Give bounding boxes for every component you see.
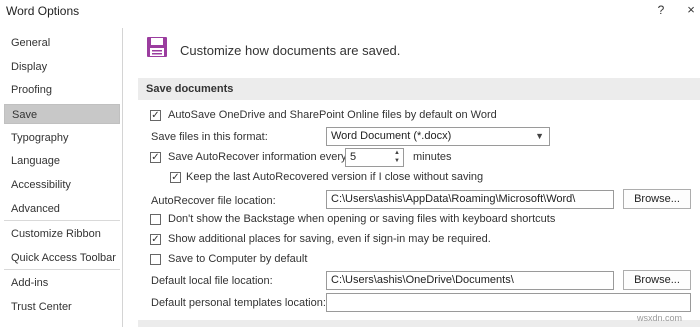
- format-dropdown[interactable]: Word Document (*.docx) ▼: [326, 127, 550, 146]
- minutes-label: minutes: [413, 151, 452, 163]
- sidebar-item-proofing[interactable]: Proofing: [4, 80, 120, 100]
- autosave-checkbox[interactable]: ✓: [150, 110, 161, 121]
- templates-location-field[interactable]: [326, 293, 691, 312]
- sidebar-item-trust-center[interactable]: Trust Center: [4, 297, 120, 317]
- browse-default-local-button[interactable]: Browse...: [623, 270, 691, 290]
- format-label: Save files in this format:: [151, 131, 268, 143]
- sidebar-item-accessibility[interactable]: Accessibility: [4, 175, 120, 195]
- close-button[interactable]: ×: [684, 2, 698, 17]
- window-title: Word Options: [6, 4, 80, 18]
- section-title: Save documents: [138, 78, 700, 100]
- options-sidebar: General Display Proofing Save Typography…: [0, 28, 123, 327]
- save-to-computer-label: Save to Computer by default: [168, 253, 308, 265]
- format-value: Word Document (*.docx): [331, 130, 452, 142]
- autorecover-location-field[interactable]: C:\Users\ashis\AppData\Roaming\Microsoft…: [326, 190, 614, 209]
- sidebar-item-add-ins[interactable]: Add-ins: [4, 273, 120, 293]
- sidebar-item-save[interactable]: Save: [4, 104, 120, 124]
- sidebar-item-display[interactable]: Display: [4, 57, 120, 77]
- chevron-down-icon: ▼: [535, 131, 544, 141]
- default-local-label: Default local file location:: [151, 275, 273, 287]
- spin-down-icon[interactable]: ▼: [394, 158, 400, 165]
- title-bar: Word Options ? ×: [0, 0, 700, 22]
- keep-last-checkbox[interactable]: ✓: [170, 172, 181, 183]
- autorecover-checkbox[interactable]: ✓: [150, 152, 161, 163]
- autorecover-minutes-stepper[interactable]: 5 ▲ ▼: [345, 148, 404, 167]
- browse-autorecover-button[interactable]: Browse...: [623, 189, 691, 209]
- sidebar-item-quick-access-toolbar[interactable]: Quick Access Toolbar: [4, 248, 120, 268]
- sidebar-item-typography[interactable]: Typography: [4, 128, 120, 148]
- keep-last-label: Keep the last AutoRecovered version if I…: [186, 171, 484, 183]
- help-button[interactable]: ?: [654, 3, 668, 17]
- sidebar-item-customize-ribbon[interactable]: Customize Ribbon: [4, 224, 120, 244]
- section-footer-band: [138, 320, 700, 327]
- save-options-panel: Customize how documents are saved. Save …: [124, 22, 700, 327]
- additional-places-label: Show additional places for saving, even …: [168, 233, 491, 245]
- autorecover-label: Save AutoRecover information every: [168, 151, 347, 163]
- backstage-label: Don't show the Backstage when opening or…: [168, 213, 556, 225]
- autorecover-minutes-value: 5: [350, 151, 357, 163]
- default-local-field[interactable]: C:\Users\ashis\OneDrive\Documents\: [326, 271, 614, 290]
- watermark-text: wsxdn.com: [637, 313, 683, 323]
- sidebar-item-advanced[interactable]: Advanced: [4, 199, 120, 219]
- save-to-computer-checkbox[interactable]: [150, 254, 161, 265]
- spin-up-icon[interactable]: ▲: [394, 150, 400, 157]
- templates-label: Default personal templates location:: [151, 297, 326, 309]
- sidebar-divider: [4, 269, 120, 270]
- autorecover-location-label: AutoRecover file location:: [151, 195, 276, 207]
- sidebar-divider: [4, 220, 120, 221]
- page-header: Customize how documents are saved.: [180, 43, 401, 58]
- sidebar-item-language[interactable]: Language: [4, 151, 120, 171]
- autosave-label: AutoSave OneDrive and SharePoint Online …: [168, 109, 497, 121]
- floppy-disk-icon: [147, 37, 167, 57]
- additional-places-checkbox[interactable]: ✓: [150, 234, 161, 245]
- sidebar-item-general[interactable]: General: [4, 33, 120, 53]
- backstage-checkbox[interactable]: [150, 214, 161, 225]
